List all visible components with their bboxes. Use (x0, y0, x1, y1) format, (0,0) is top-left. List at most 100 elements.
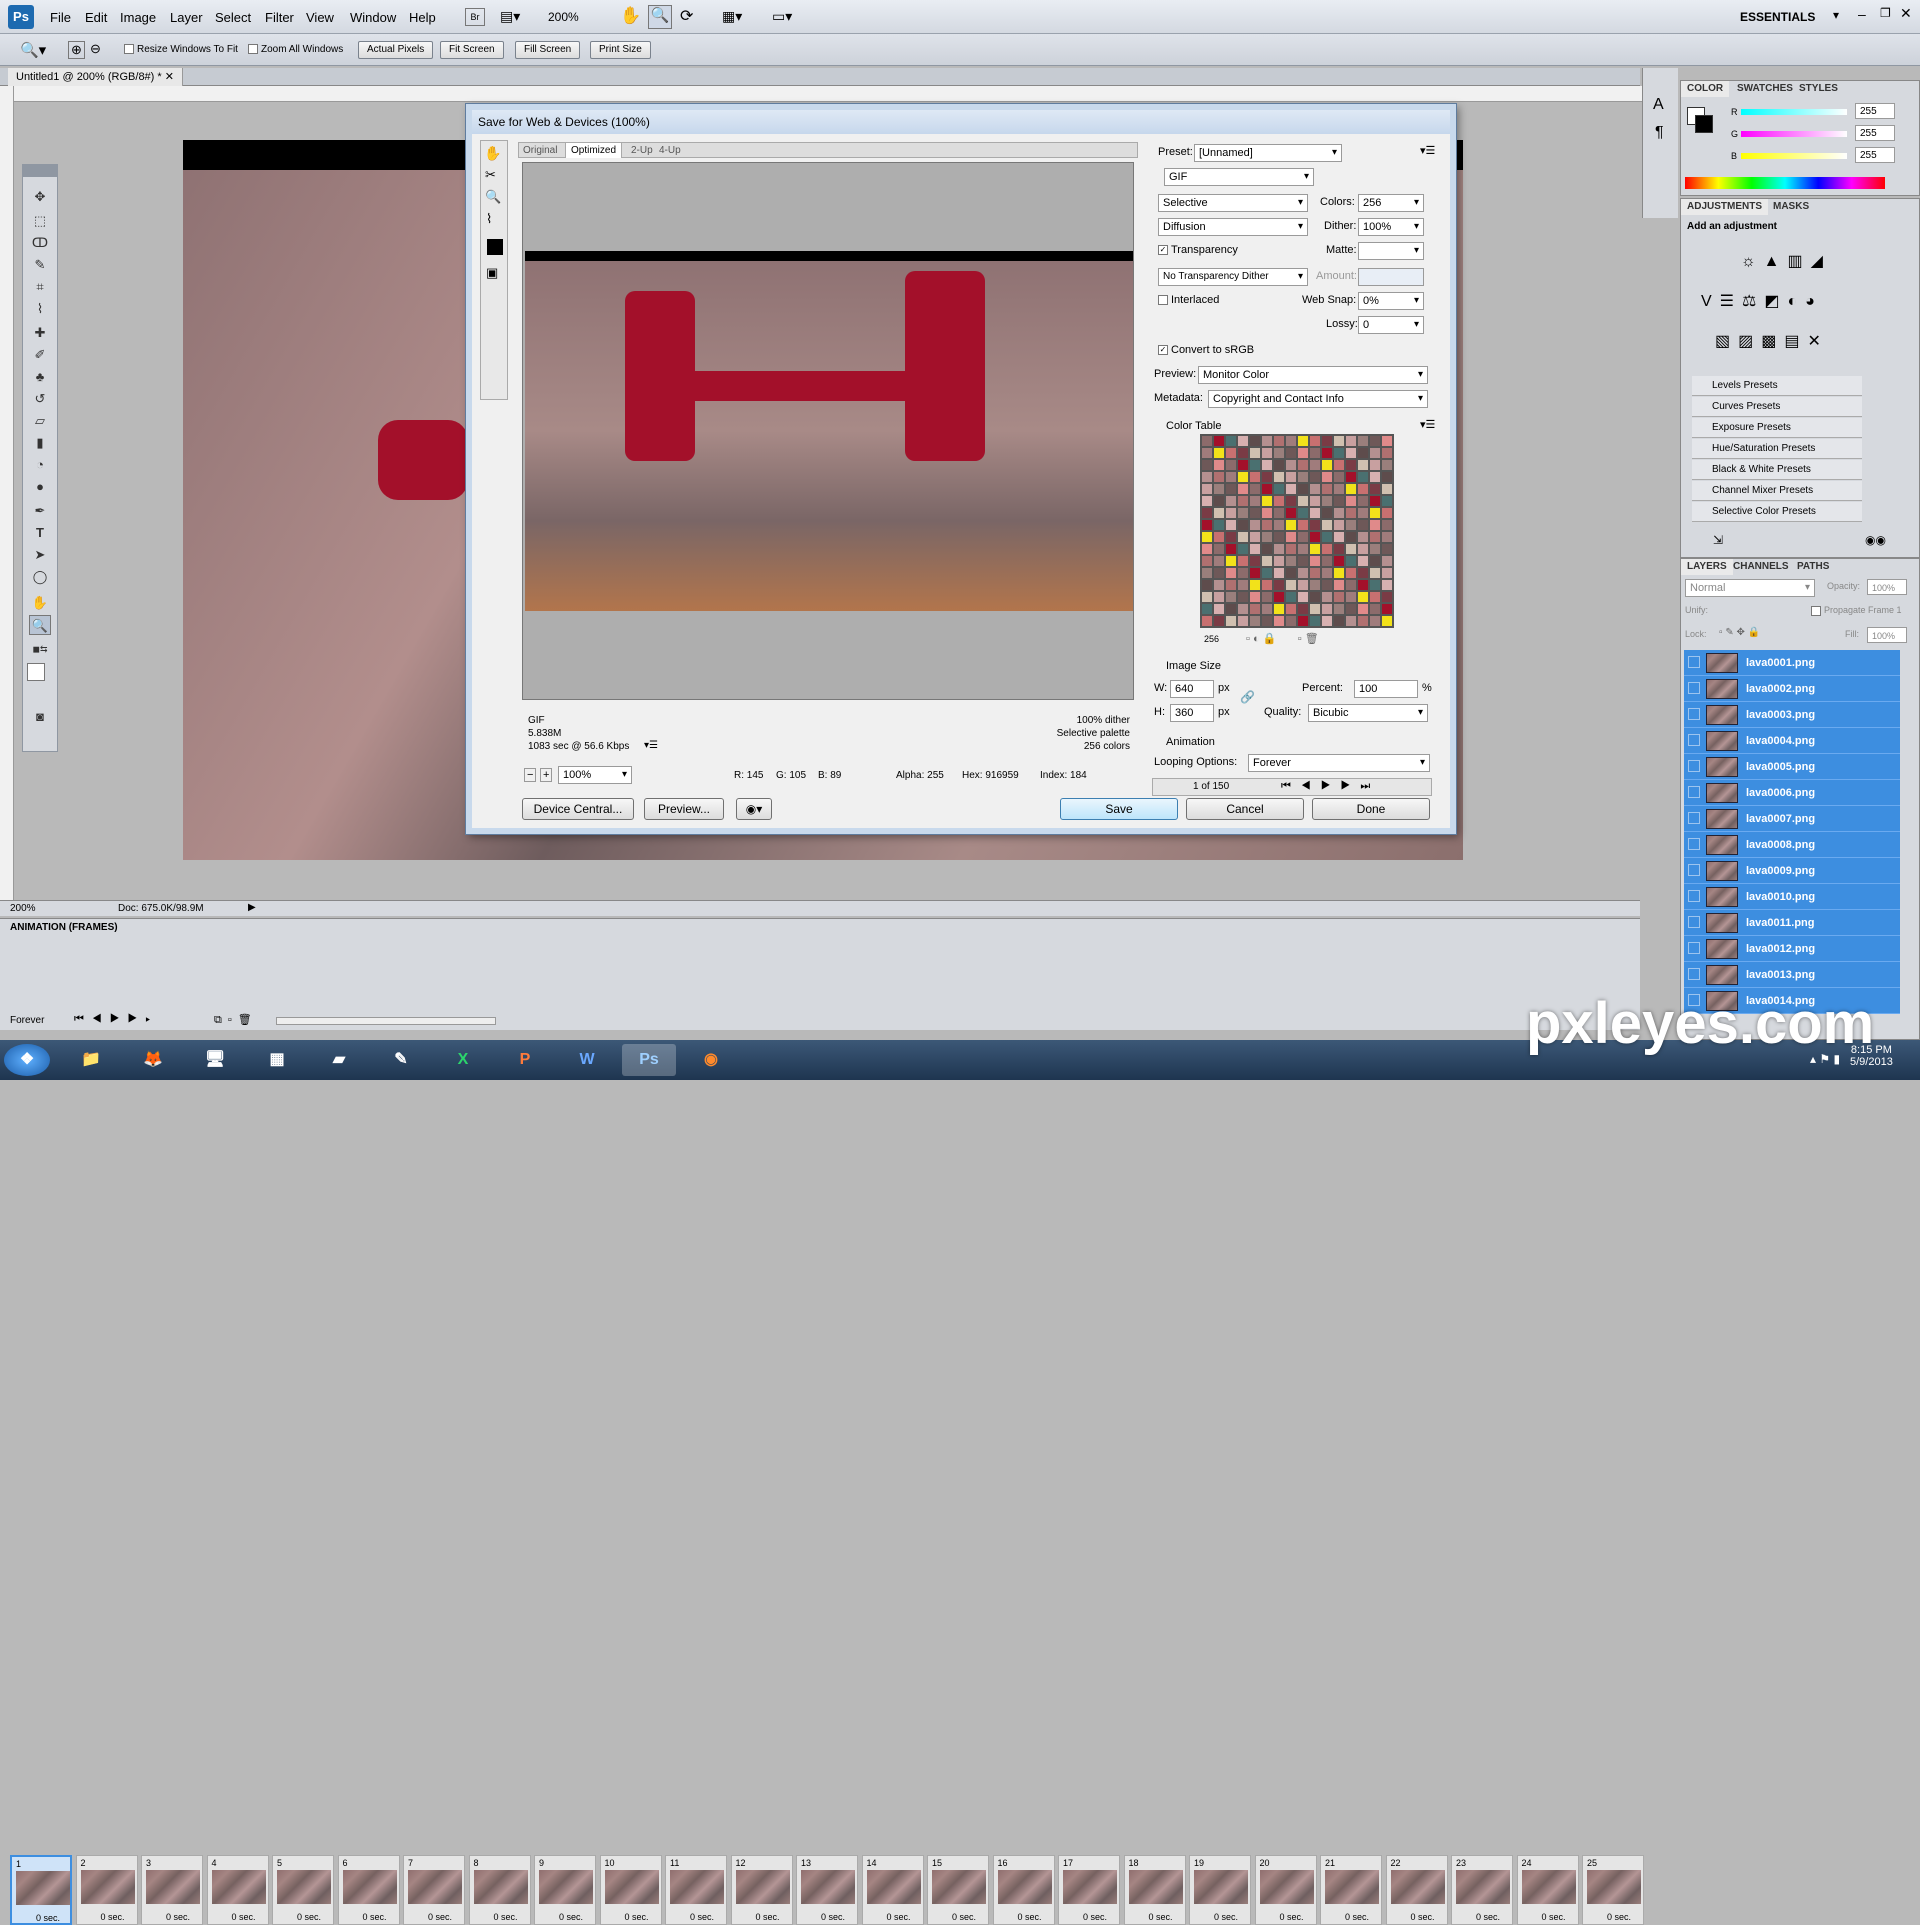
color-table-swatch[interactable] (1237, 495, 1249, 507)
animation-frame[interactable]: 7 0 sec. (403, 1855, 465, 1925)
color-table-swatch[interactable] (1309, 447, 1321, 459)
color-table-swatch[interactable] (1249, 579, 1261, 591)
color-table-swatch[interactable] (1297, 507, 1309, 519)
layer-visibility-icon[interactable] (1688, 786, 1700, 798)
adjust-return-icon[interactable]: ⇲ (1713, 533, 1723, 547)
zoom-out-icon[interactable]: ⊖ (90, 41, 101, 57)
color-table-swatch[interactable] (1273, 567, 1285, 579)
color-table-swatch[interactable] (1381, 519, 1393, 531)
color-table-swatch[interactable] (1237, 519, 1249, 531)
color-table-swatch[interactable] (1249, 531, 1261, 543)
layer-visibility-icon[interactable] (1688, 734, 1700, 746)
color-table-swatch[interactable] (1381, 615, 1393, 627)
color-table-swatch[interactable] (1261, 579, 1273, 591)
color-table-swatch[interactable] (1225, 519, 1237, 531)
color-table-swatch[interactable] (1225, 435, 1237, 447)
color-table-swatch[interactable] (1357, 435, 1369, 447)
status-menu-icon[interactable]: ▶ (248, 902, 256, 913)
layer-row[interactable]: lava0001.png (1684, 650, 1900, 676)
layer-visibility-icon[interactable] (1688, 942, 1700, 954)
optimize-menu-icon[interactable]: ▾☰ (1420, 144, 1435, 157)
color-table-swatch[interactable] (1225, 579, 1237, 591)
frame-delay[interactable]: 0 sec. (36, 1913, 60, 1923)
lock-icons[interactable]: ▫ ✎ ✥ 🔒 (1719, 627, 1760, 638)
color-table-swatch[interactable] (1333, 543, 1345, 555)
color-table-swatch[interactable] (1357, 459, 1369, 471)
adjustment-preset-item[interactable]: Black & White Presets (1692, 460, 1862, 480)
zoom-in-icon[interactable]: ⊕ (68, 41, 85, 59)
frame-delay[interactable]: 0 sec. (1149, 1912, 1173, 1922)
layer-row[interactable]: lava0010.png (1684, 884, 1900, 910)
color-table-swatch[interactable] (1381, 483, 1393, 495)
firefox-taskbar-icon[interactable]: 🦊 (126, 1044, 180, 1076)
color-table-swatch[interactable] (1309, 579, 1321, 591)
adjustment-preset-item[interactable]: Hue/Saturation Presets (1692, 439, 1862, 459)
save-button[interactable]: Save (1060, 798, 1178, 820)
color-table-swatch[interactable] (1213, 507, 1225, 519)
color-table-swatch[interactable] (1213, 591, 1225, 603)
color-table-swatch[interactable] (1237, 603, 1249, 615)
color-table-menu-icon[interactable]: ▾☰ (1420, 418, 1435, 431)
color-table-swatch[interactable] (1213, 471, 1225, 483)
color-table-swatch[interactable] (1225, 447, 1237, 459)
color-table-swatch[interactable] (1369, 495, 1381, 507)
frame-delay[interactable]: 0 sec. (625, 1912, 649, 1922)
frame-delay[interactable]: 0 sec. (1280, 1912, 1304, 1922)
healing-brush-icon[interactable]: ✚ (29, 323, 51, 343)
color-table-swatch[interactable] (1369, 567, 1381, 579)
color-table-swatch[interactable] (1273, 579, 1285, 591)
color-table-swatch[interactable] (1285, 531, 1297, 543)
color-table-swatch[interactable] (1333, 507, 1345, 519)
gradient-tool-icon[interactable]: ▮ (29, 433, 51, 453)
dialog-zoom-icon[interactable]: 🔍 (485, 189, 501, 205)
color-table-swatch[interactable] (1237, 567, 1249, 579)
menu-file[interactable]: File (50, 10, 71, 25)
layer-row[interactable]: lava0002.png (1684, 676, 1900, 702)
frame-delay[interactable]: 0 sec. (363, 1912, 387, 1922)
metadata-select[interactable]: Copyright and Contact Info (1208, 390, 1428, 408)
color-table-swatch[interactable] (1357, 555, 1369, 567)
menu-filter[interactable]: Filter (265, 10, 294, 25)
frame-delay[interactable]: 0 sec. (1607, 1912, 1631, 1922)
color-table-swatch[interactable] (1285, 483, 1297, 495)
actual-pixels-button[interactable]: Actual Pixels (358, 41, 434, 59)
calculator-taskbar-icon[interactable]: ▦ (250, 1044, 304, 1076)
move-tool-icon[interactable]: ✥ (29, 187, 51, 207)
animation-frame[interactable]: 5 0 sec. (272, 1855, 334, 1925)
layer-visibility-icon[interactable] (1688, 656, 1700, 668)
cancel-button[interactable]: Cancel (1186, 798, 1304, 820)
frame-action-icons[interactable]: ⧉▫🗑 (214, 1013, 258, 1027)
format-select[interactable]: GIF (1164, 168, 1314, 186)
color-table-swatch[interactable] (1285, 603, 1297, 615)
frame-delay[interactable]: 0 sec. (1018, 1912, 1042, 1922)
color-table-swatch[interactable] (1321, 567, 1333, 579)
animation-frame[interactable]: 9 0 sec. (534, 1855, 596, 1925)
color-table-swatch[interactable] (1261, 543, 1273, 555)
color-table-swatch[interactable] (1297, 591, 1309, 603)
color-table-swatch[interactable] (1201, 567, 1213, 579)
colors-field[interactable]: 256 (1358, 194, 1424, 212)
color-table-grid[interactable] (1200, 434, 1394, 628)
preview-area[interactable] (522, 162, 1134, 700)
color-table-swatch[interactable] (1333, 603, 1345, 615)
color-table-swatch[interactable] (1285, 471, 1297, 483)
color-table-swatch[interactable] (1285, 507, 1297, 519)
tab-masks[interactable]: MASKS (1767, 199, 1815, 215)
color-table-swatch[interactable] (1321, 531, 1333, 543)
tab-2up[interactable]: 2-Up (631, 145, 653, 156)
color-table-swatch[interactable] (1369, 471, 1381, 483)
color-table-swatch[interactable] (1249, 543, 1261, 555)
color-table-swatch[interactable] (1345, 495, 1357, 507)
history-brush-icon[interactable]: ↺ (29, 389, 51, 409)
frame-delay[interactable]: 0 sec. (1345, 1912, 1369, 1922)
crop-tool-icon[interactable]: ⌗ (29, 277, 51, 297)
type-tool-icon[interactable]: T (29, 523, 51, 543)
color-table-swatch[interactable] (1369, 543, 1381, 555)
color-table-swatch[interactable] (1309, 507, 1321, 519)
menu-edit[interactable]: Edit (85, 10, 107, 25)
adjustment-preset-item[interactable]: Curves Presets (1692, 397, 1862, 417)
animation-frame[interactable]: 10 0 sec. (599, 1855, 662, 1925)
color-table-swatch[interactable] (1309, 615, 1321, 627)
arrange-documents-icon[interactable]: ▦▾ (722, 8, 742, 25)
color-table-swatch[interactable] (1297, 471, 1309, 483)
